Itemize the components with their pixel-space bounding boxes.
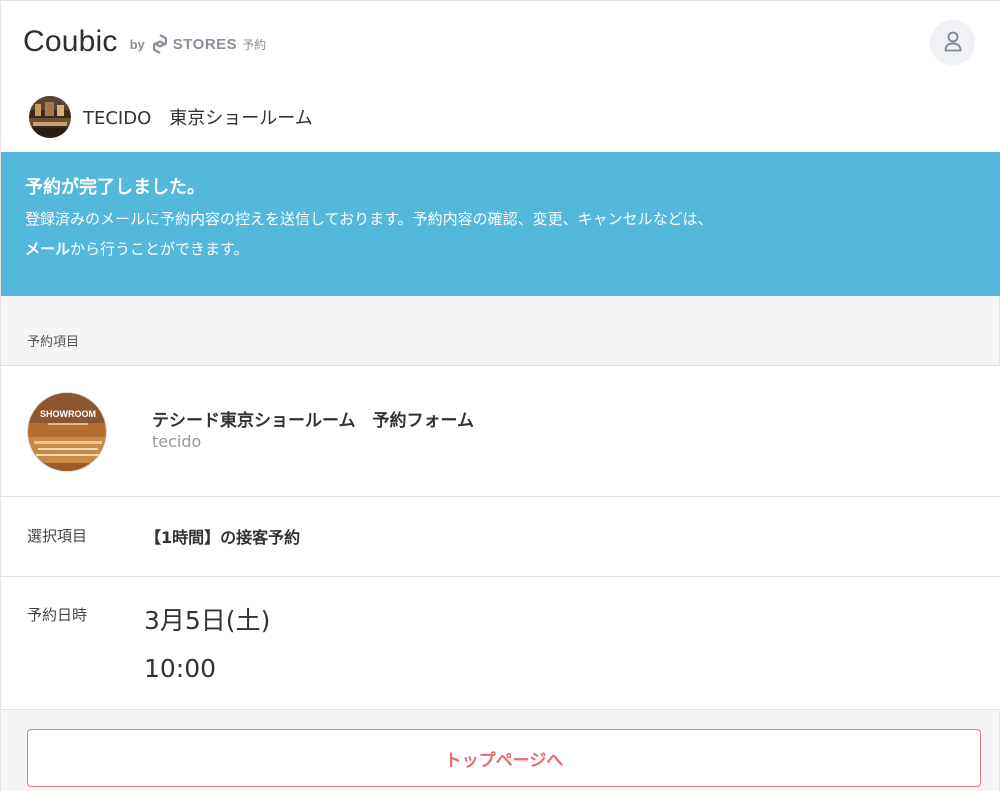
logo-by-text: by [129,36,145,52]
datetime-value: 3月5日(土) 10:00 [144,597,270,693]
top-page-button[interactable]: トップページへ [27,729,981,787]
section-label-reservation-items: 予約項目 [27,335,80,350]
logo-wordmark: Coubic [23,25,118,58]
user-icon [943,30,963,56]
logo-stores-text: STORES [172,35,238,53]
completion-title: 予約が完了しました。 [25,177,205,198]
app-header: Coubic by STORES 予約 [1,0,1000,86]
datetime-label: 予約日時 [27,606,88,624]
reservation-details-card: SHOWROOM テシード東京ショールーム 予約フォーム tecido 選択項目… [1,365,1000,710]
reservation-date: 3月5日(土) [144,606,271,635]
completion-banner: 予約が完了しました。 登録済みのメールに予約内容の控えを送信しております。予約内… [1,152,1000,296]
completion-message-line2: メールから行うことができます。 [25,234,977,264]
reservation-complete-page: Coubic by STORES 予約 TECIDO 東京ショールーム 予約が完… [0,0,1000,791]
completion-message-line1: 登録済みのメールに予約内容の控えを送信しております。予約内容の確認、変更、キャン… [25,210,713,228]
mail-emphasis: メール [25,240,71,258]
coubic-logo[interactable]: Coubic by STORES 予約 [23,25,266,59]
selection-value: 【1時間】の接客予約 [145,528,301,547]
completion-message: 登録済みのメールに予約内容の控えを送信しております。予約内容の確認、変更、キャン… [25,204,977,264]
datetime-row: 予約日時 3月5日(土) 10:00 [1,577,1000,710]
selection-row: 選択項目 【1時間】の接客予約 [1,497,1000,577]
reservation-form-row: SHOWROOM テシード東京ショールーム 予約フォーム tecido [1,366,1000,497]
completion-message-line2-rest: から行うことができます。 [70,240,249,258]
reservation-time: 10:00 [144,654,217,683]
form-thumbnail: SHOWROOM [27,392,107,472]
user-account-button[interactable] [930,20,975,65]
shop-header: TECIDO 東京ショールーム [1,86,1000,152]
form-title[interactable]: テシード東京ショールーム 予約フォーム [152,406,474,431]
top-page-button-label: トップページへ [444,750,564,771]
selection-label: 選択項目 [27,527,88,545]
logo-yoyaku-text: 予約 [242,37,267,52]
form-subtitle: tecido [152,432,202,451]
stores-logo-icon [151,33,169,54]
thumbnail-text: SHOWROOM [40,409,96,419]
shop-avatar[interactable] [29,96,71,138]
shop-name[interactable]: TECIDO 東京ショールーム [83,104,313,130]
